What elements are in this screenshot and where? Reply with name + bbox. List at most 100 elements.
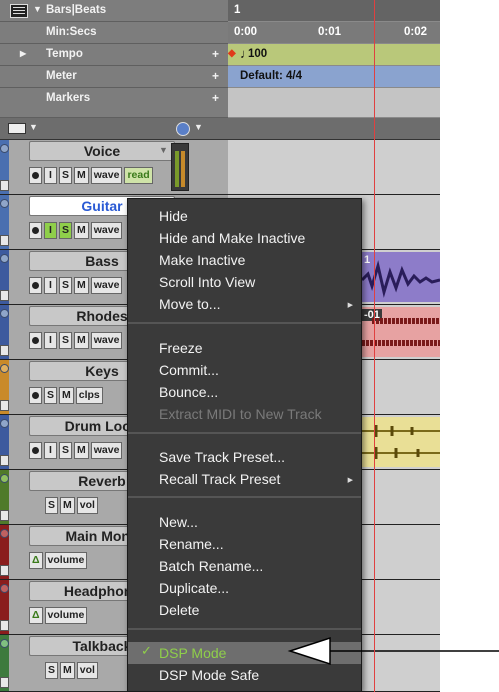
solo-button[interactable]: S [45, 497, 59, 514]
record-button[interactable] [29, 442, 42, 459]
record-button[interactable] [29, 277, 42, 294]
view-selector[interactable]: wave [90, 442, 123, 459]
mute-button[interactable]: M [74, 442, 89, 459]
mute-button[interactable]: M [74, 332, 89, 349]
mute-button[interactable]: M [59, 387, 74, 404]
track-list-toggle-icon[interactable] [8, 123, 26, 134]
solo-button[interactable]: S [44, 387, 58, 404]
menu-item-dsp-mode[interactable]: DSP Mode [159, 643, 226, 663]
solo-button[interactable]: S [59, 332, 73, 349]
track-status-dot[interactable] [0, 309, 9, 318]
menu-item-dsp-mode-safe[interactable]: DSP Mode Safe [159, 665, 259, 685]
mute-button[interactable]: M [74, 222, 89, 239]
input-monitor-button[interactable]: I [44, 222, 57, 239]
track-select-icon[interactable] [0, 345, 9, 356]
track-buttons: S M vol [45, 662, 98, 679]
track-select-icon[interactable] [0, 677, 9, 688]
track-status-dot[interactable] [0, 364, 9, 373]
menu-item-rename[interactable]: Rename... [159, 534, 224, 554]
view-selector[interactable]: volume [44, 552, 88, 569]
track-select-icon[interactable] [0, 290, 9, 301]
solo-button[interactable]: S [45, 662, 59, 679]
track-select-icon[interactable] [0, 510, 9, 521]
track-dropdown-icon[interactable]: ▼ [159, 145, 168, 155]
track-status-dot[interactable] [0, 529, 9, 538]
menu-item-duplicate[interactable]: Duplicate... [159, 578, 229, 598]
solo-button[interactable]: S [59, 222, 73, 239]
track-buttons: I S M wave [29, 222, 123, 239]
track-select-icon[interactable] [0, 180, 9, 191]
menu-item-recall-track-preset[interactable]: Recall Track Preset [159, 469, 280, 489]
dropdown-arrow-icon[interactable]: ▼ [29, 122, 38, 132]
mute-button[interactable]: M [60, 662, 75, 679]
view-selector[interactable]: volume [44, 607, 88, 624]
track-status-dot[interactable] [0, 254, 9, 263]
view-selector[interactable]: wave [90, 167, 123, 184]
tempo-marker-icon[interactable]: ◆ [228, 48, 236, 59]
track-status-dot[interactable] [0, 474, 9, 483]
menu-item-new[interactable]: New... [159, 512, 198, 532]
track-status-dot[interactable] [0, 419, 9, 428]
input-monitor-button[interactable]: I [44, 442, 57, 459]
view-selector[interactable]: vol [76, 497, 98, 514]
add-marker-icon[interactable]: + [212, 91, 219, 105]
track-buttons: Δ volume [29, 607, 88, 624]
menu-item-make-inactive[interactable]: Make Inactive [159, 250, 245, 270]
menu-item-batch-rename[interactable]: Batch Rename... [159, 556, 263, 576]
track-header: Voice ▼ I S M wave read [9, 140, 228, 194]
view-selector[interactable]: wave [90, 277, 123, 294]
view-selector[interactable]: clps [75, 387, 103, 404]
track-status-dot[interactable] [0, 584, 9, 593]
track-status-dot[interactable] [0, 199, 9, 208]
view-selector[interactable]: vol [76, 662, 98, 679]
track-context-menu: Hide Hide and Make Inactive Make Inactiv… [127, 198, 362, 692]
track-playlist-area[interactable] [228, 140, 440, 194]
input-monitor-button[interactable]: I [44, 277, 57, 294]
track-select-icon[interactable] [0, 620, 9, 631]
mute-button[interactable]: M [60, 497, 75, 514]
level-meter [171, 143, 189, 191]
ruler-dropdown-icon[interactable]: ▼ [33, 4, 42, 14]
track-select-icon[interactable] [0, 400, 9, 411]
track-status-dot[interactable] [0, 144, 9, 153]
timebase-clock-icon[interactable] [176, 122, 190, 136]
menu-item-save-track-preset[interactable]: Save Track Preset... [159, 447, 285, 467]
menu-item-hide[interactable]: Hide [159, 206, 188, 226]
mute-button[interactable]: M [74, 167, 89, 184]
delta-icon[interactable]: Δ [29, 552, 43, 569]
dropdown-arrow-icon[interactable]: ▼ [194, 122, 203, 132]
menu-item-freeze[interactable]: Freeze [159, 338, 203, 358]
track-select-icon[interactable] [0, 565, 9, 576]
mute-button[interactable]: M [74, 277, 89, 294]
solo-button[interactable]: S [59, 442, 73, 459]
playhead-cursor[interactable] [374, 0, 375, 692]
record-button[interactable] [29, 332, 42, 349]
menu-item-hide-and-make-inactive[interactable]: Hide and Make Inactive [159, 228, 305, 248]
record-button[interactable] [29, 167, 42, 184]
menu-item-scroll-into-view[interactable]: Scroll Into View [159, 272, 255, 292]
record-button[interactable] [29, 387, 42, 404]
record-button[interactable] [29, 222, 42, 239]
track-name[interactable]: Voice [29, 141, 175, 161]
add-meter-icon[interactable]: + [212, 69, 219, 83]
expand-triangle-icon[interactable]: ▶ [20, 49, 26, 58]
input-monitor-button[interactable]: I [44, 167, 57, 184]
menu-item-delete[interactable]: Delete [159, 600, 199, 620]
menu-item-bounce[interactable]: Bounce... [159, 382, 218, 402]
menu-item-commit[interactable]: Commit... [159, 360, 219, 380]
track-select-icon[interactable] [0, 235, 9, 246]
solo-button[interactable]: S [59, 277, 73, 294]
solo-button[interactable]: S [59, 167, 73, 184]
automation-mode-button[interactable]: read [124, 167, 153, 184]
menu-item-move-to[interactable]: Move to... [159, 294, 220, 314]
ruler-header: Min:Secs [0, 22, 228, 44]
view-selector[interactable]: wave [90, 222, 123, 239]
ruler-menu-icon[interactable] [10, 4, 28, 18]
input-monitor-button[interactable]: I [44, 332, 57, 349]
delta-icon[interactable]: Δ [29, 607, 43, 624]
edit-window: ▼ Bars|Beats 1 Min:Secs 0:00 0:01 0:02 ▶… [0, 0, 440, 692]
view-selector[interactable]: wave [90, 332, 123, 349]
track-status-dot[interactable] [0, 639, 9, 648]
add-tempo-icon[interactable]: + [212, 47, 219, 61]
track-select-icon[interactable] [0, 455, 9, 466]
